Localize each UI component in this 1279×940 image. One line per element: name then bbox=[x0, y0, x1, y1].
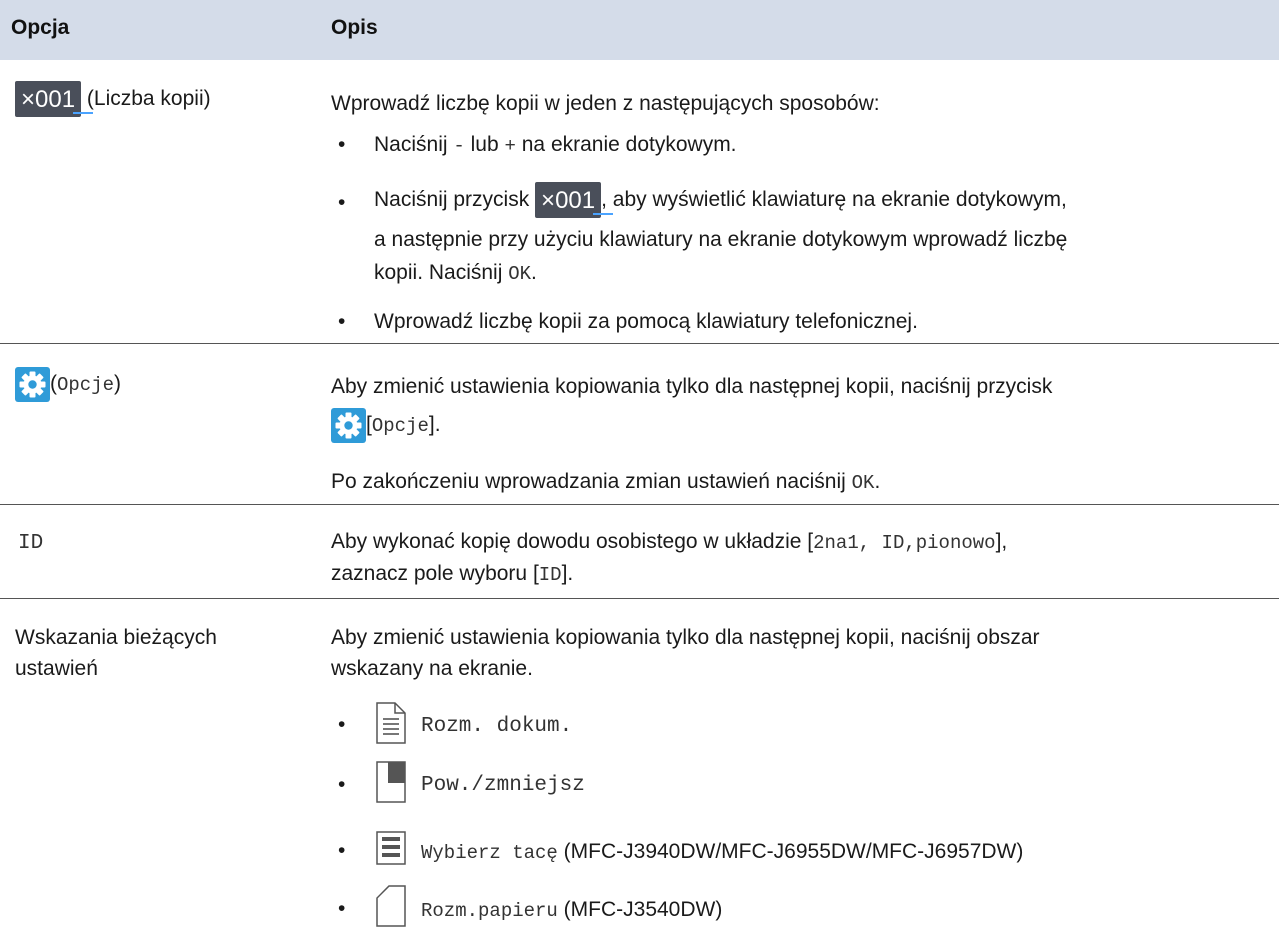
option-current-settings-line2: ustawień bbox=[15, 657, 98, 680]
paper-size-line: Rozm.papieru (MFC-J3540DW) bbox=[421, 898, 723, 922]
copies-counter-icon: ×001 bbox=[535, 182, 614, 219]
tray-select-icon bbox=[376, 831, 406, 865]
row2-line3: Po zakończeniu wprowadzania zmian ustawi… bbox=[331, 470, 881, 494]
enlarge-reduce-label: Pow./zmniejsz bbox=[421, 774, 585, 797]
row4-line1: Aby zmienić ustawienia kopiowania tylko … bbox=[331, 626, 1040, 649]
gear-icon bbox=[331, 407, 366, 443]
row1-bullet1: Naciśnij - lub + na ekranie dotykowym. bbox=[374, 133, 737, 157]
document-size-label: Rozm. dokum. bbox=[421, 715, 573, 738]
option-copies: ×001 (Liczba kopii) bbox=[15, 81, 211, 118]
enlarge-reduce-icon bbox=[376, 761, 406, 803]
option-id: ID bbox=[18, 532, 44, 555]
row1-bullet2-line2: a następnie przy użyciu klawiatury na ek… bbox=[374, 228, 1068, 251]
copies-counter-icon: ×001 bbox=[15, 81, 93, 118]
option-copies-label: (Liczba kopii) bbox=[86, 87, 211, 110]
header-option: Opcja bbox=[11, 16, 70, 39]
bullet: • bbox=[338, 839, 346, 862]
row2-line1: Aby zmienić ustawienia kopiowania tylko … bbox=[331, 375, 1053, 398]
paper-size-icon bbox=[376, 885, 406, 927]
option-options: (Opcje) bbox=[15, 366, 121, 403]
row1-intro: Wprowadź liczbę kopii w jeden z następuj… bbox=[331, 92, 880, 115]
row-separator bbox=[0, 598, 1279, 599]
table-header: Opcja Opis bbox=[0, 0, 1279, 60]
header-description: Opis bbox=[331, 16, 378, 39]
row-separator bbox=[0, 343, 1279, 344]
row3-line2: zaznacz pole wyboru [ID]. bbox=[331, 562, 574, 586]
row4-line2: wskazany na ekranie. bbox=[331, 657, 533, 680]
bullet: • bbox=[338, 310, 346, 333]
option-current-settings-line1: Wskazania bieżących bbox=[15, 626, 217, 649]
bullet: • bbox=[338, 191, 346, 214]
bullet: • bbox=[338, 773, 346, 796]
paper-size-label: Rozm.papieru bbox=[421, 900, 558, 922]
row1-bullet2-line1: Naciśnij przycisk ×001, aby wyświetlić k… bbox=[374, 182, 1067, 219]
row1-bullet2-line3: kopii. Naciśnij OK. bbox=[374, 261, 537, 285]
tray-select-label: Wybierz tacę bbox=[421, 842, 558, 864]
bullet: • bbox=[338, 897, 346, 920]
row3-line1: Aby wykonać kopię dowodu osobistego w uk… bbox=[331, 530, 1008, 554]
tray-select-line: Wybierz tacę (MFC-J3940DW/MFC-J6955DW/MF… bbox=[421, 840, 1024, 864]
bullet: • bbox=[338, 713, 346, 736]
row-separator bbox=[0, 504, 1279, 505]
gear-icon bbox=[15, 366, 50, 402]
document-size-icon bbox=[376, 702, 406, 744]
row1-bullet3: Wprowadź liczbę kopii za pomocą klawiatu… bbox=[374, 310, 918, 333]
bullet: • bbox=[338, 133, 346, 156]
row2-line2: [Opcje]. bbox=[331, 407, 441, 444]
